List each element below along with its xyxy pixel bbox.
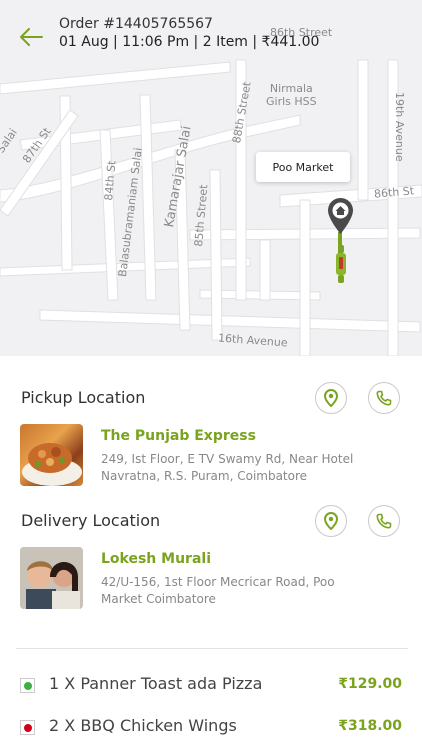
item-price: ₹318.00 bbox=[338, 718, 402, 734]
order-header: Order #14405765567 01 Aug | 11:06 Pm | 2… bbox=[59, 16, 319, 50]
pickup-title: Pickup Location bbox=[21, 388, 146, 407]
phone-icon bbox=[376, 513, 392, 529]
map-label: 19th Avenue bbox=[393, 92, 406, 162]
item-name: 1 X Panner Toast ada Pizza bbox=[49, 674, 263, 693]
customer-avatar bbox=[20, 547, 83, 609]
location-pin-icon bbox=[324, 512, 338, 530]
poo-market-tooltip[interactable]: Poo Market bbox=[256, 152, 350, 182]
customer-address: 42/U-156, 1st Floor Mecricar Road, Poo M… bbox=[101, 575, 335, 606]
veg-icon bbox=[20, 678, 35, 693]
map-roads bbox=[0, 59, 422, 356]
order-id: Order #14405765567 bbox=[59, 16, 213, 32]
restaurant-food-image bbox=[20, 424, 83, 486]
delivery-call-button[interactable] bbox=[368, 505, 400, 537]
pickup-location-button[interactable] bbox=[315, 382, 347, 414]
map-view[interactable]: 86th Street Nirmala Girls HSS 19th Avenu… bbox=[0, 0, 422, 356]
order-item-row: 1 X Panner Toast ada Pizza ₹129.00 bbox=[20, 674, 402, 698]
order-meta: 01 Aug | 11:06 Pm | 2 Item | ₹441.00 bbox=[59, 34, 320, 50]
location-pin-icon bbox=[324, 389, 338, 407]
phone-icon bbox=[376, 390, 392, 406]
customer-name: Lokesh Murali bbox=[101, 551, 211, 567]
delivery-title: Delivery Location bbox=[21, 511, 161, 530]
item-name: 2 X BBQ Chicken Wings bbox=[49, 716, 237, 735]
map-label: Nirmala Girls HSS bbox=[266, 82, 317, 108]
order-item-row: 2 X BBQ Chicken Wings ₹318.00 bbox=[20, 716, 402, 740]
restaurant-address: 249, Ist Floor, E TV Swamy Rd, Near Hote… bbox=[101, 452, 354, 483]
non-veg-icon bbox=[20, 720, 35, 735]
restaurant-name: The Punjab Express bbox=[101, 428, 256, 444]
back-arrow-icon[interactable] bbox=[16, 24, 46, 50]
pickup-call-button[interactable] bbox=[368, 382, 400, 414]
item-price: ₹129.00 bbox=[338, 676, 402, 692]
divider bbox=[16, 648, 408, 649]
delivery-location-button[interactable] bbox=[315, 505, 347, 537]
